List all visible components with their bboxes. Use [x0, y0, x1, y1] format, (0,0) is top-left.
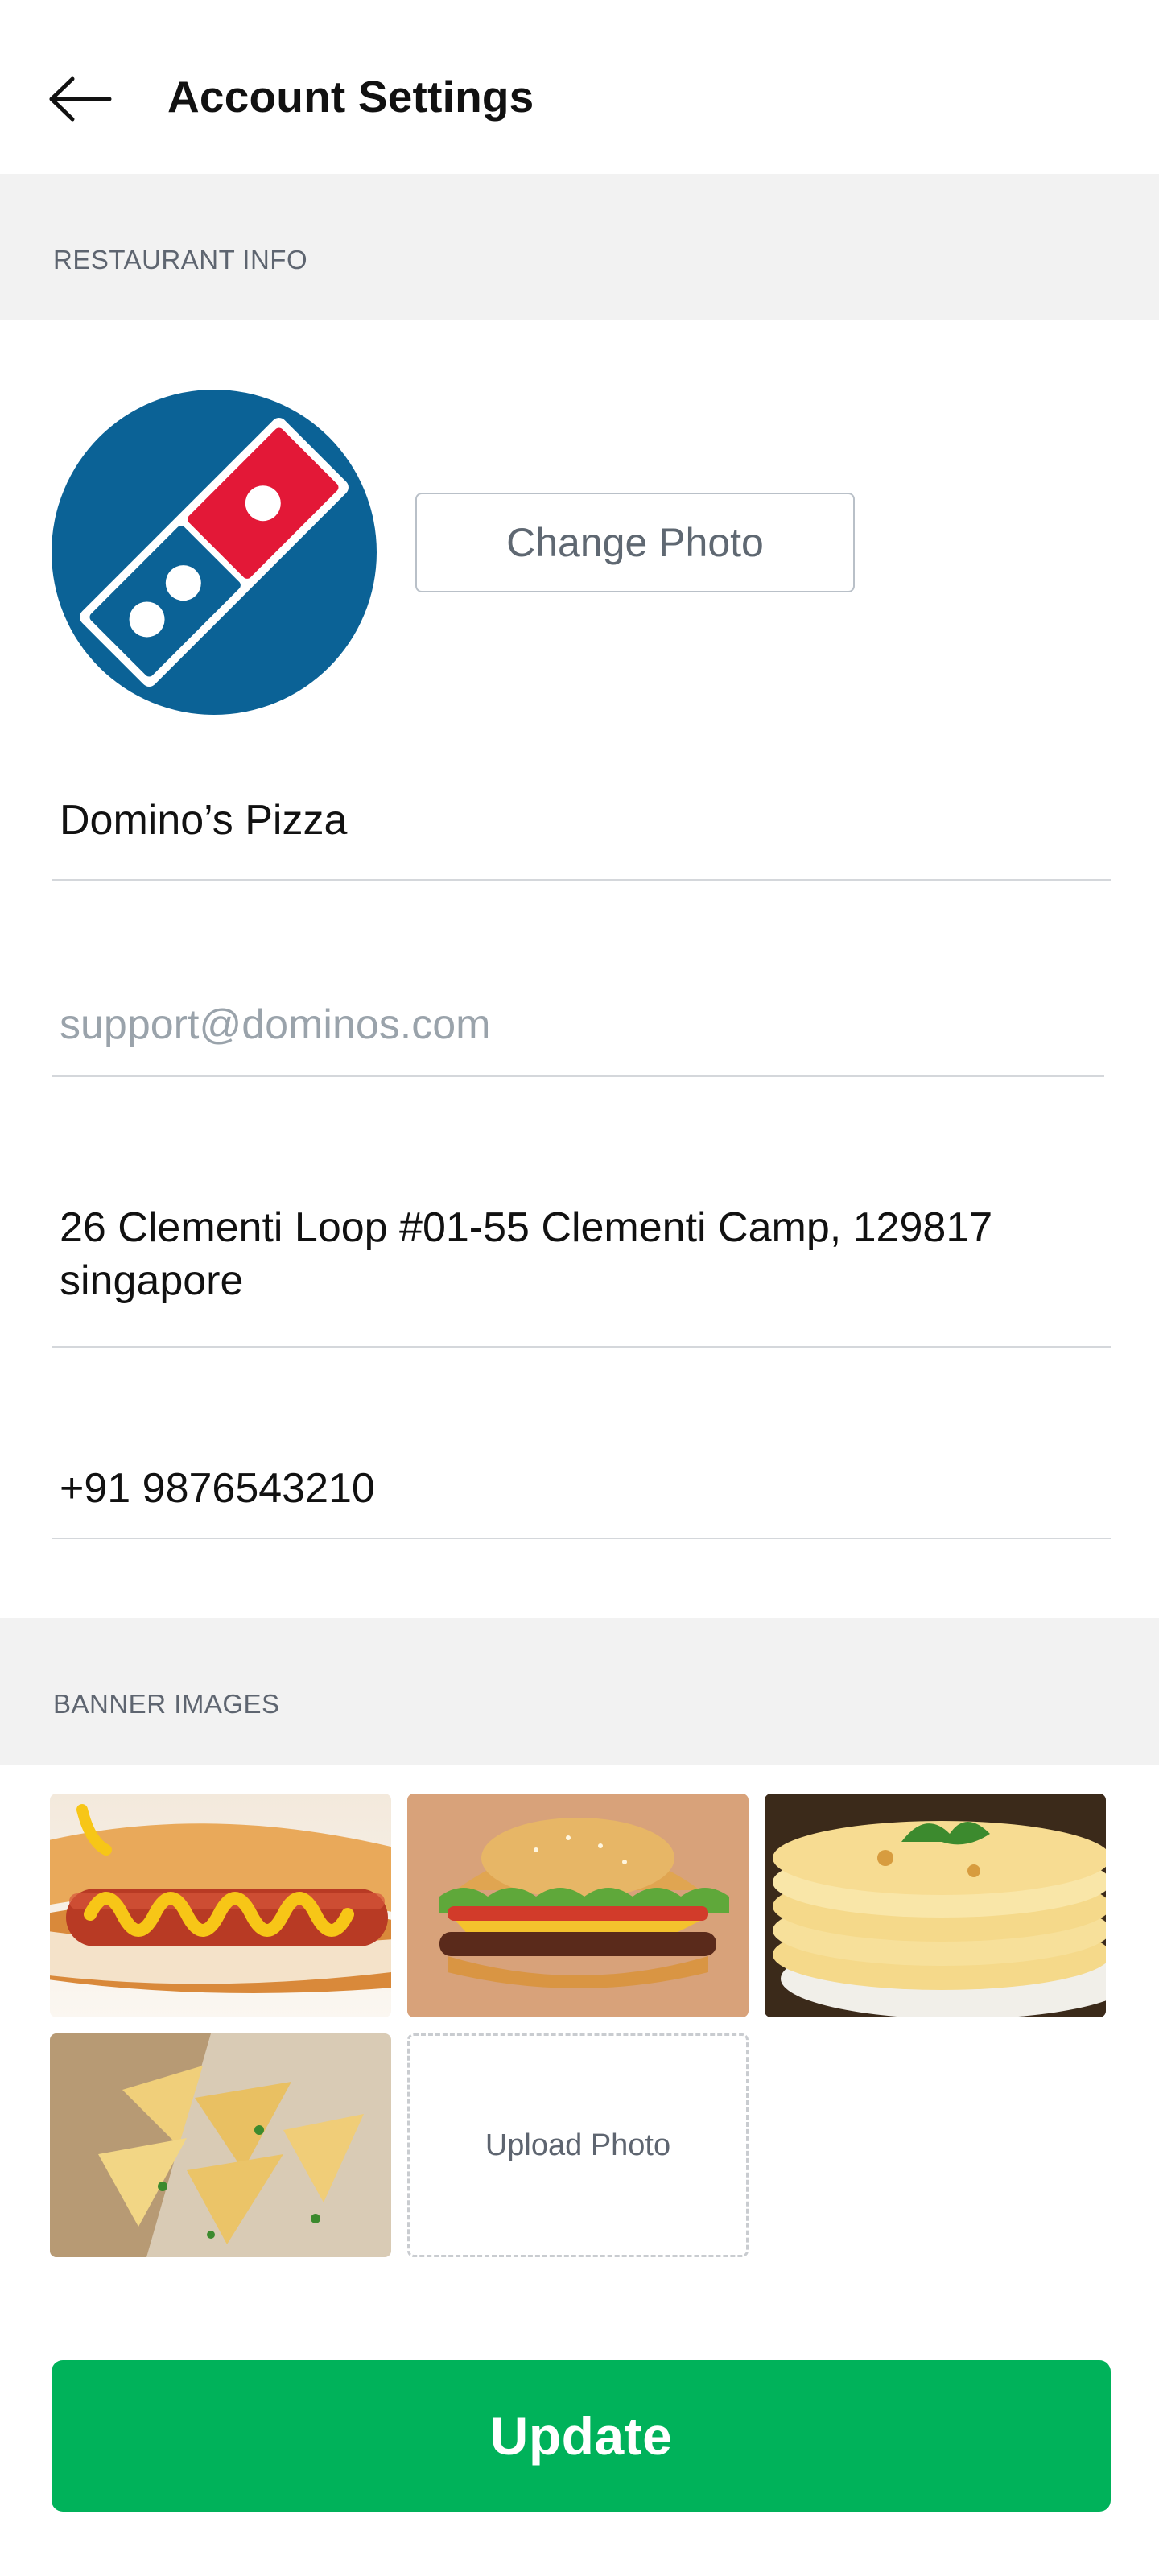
upload-photo-label: Upload Photo	[485, 2128, 671, 2162]
restaurant-info-section-header: RESTAURANT INFO	[0, 174, 1159, 320]
arrow-left-icon[interactable]	[48, 71, 113, 127]
change-photo-button[interactable]: Change Photo	[415, 493, 855, 592]
email-field[interactable]: support@dominos.com	[52, 966, 1104, 1077]
section-label: RESTAURANT INFO	[53, 245, 308, 275]
email-placeholder: support@dominos.com	[60, 1001, 491, 1048]
phone-value: +91 9876543210	[60, 1465, 375, 1512]
restaurant-name-field[interactable]: Domino’s Pizza	[52, 773, 1111, 881]
address-field[interactable]: 26 Clementi Loop #01-55 Clementi Camp, 1…	[52, 1188, 1111, 1348]
restaurant-name-value: Domino’s Pizza	[60, 797, 348, 844]
address-line-2: singapore	[60, 1257, 244, 1304]
hot-dog-image[interactable]	[50, 1794, 391, 2017]
upload-photo-button[interactable]: Upload Photo	[407, 2033, 749, 2257]
phone-field[interactable]: +91 9876543210	[52, 1449, 1111, 1539]
samosa-image[interactable]	[50, 2033, 391, 2257]
burger-image[interactable]	[407, 1794, 749, 2017]
page-title: Account Settings	[167, 72, 534, 122]
flatbread-image[interactable]	[765, 1794, 1106, 2017]
update-button[interactable]: Update	[52, 2360, 1111, 2512]
banner-images-section-header: BANNER IMAGES	[0, 1618, 1159, 1765]
restaurant-logo	[52, 390, 377, 715]
section-label: BANNER IMAGES	[53, 1689, 280, 1719]
address-line-1: 26 Clementi Loop #01-55 Clementi Camp, 1…	[60, 1204, 993, 1251]
address-value: 26 Clementi Loop #01-55 Clementi Camp, 1…	[60, 1201, 1106, 1307]
app-header: Account Settings	[0, 0, 1159, 174]
